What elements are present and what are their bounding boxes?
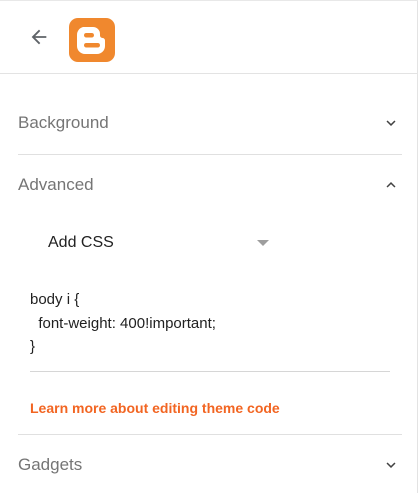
chevron-up-icon[interactable] xyxy=(382,176,400,194)
dropdown-selected-value: Add CSS xyxy=(48,234,114,251)
css-option-dropdown[interactable]: Add CSS xyxy=(48,226,278,260)
gadgets-section-header[interactable]: Gadgets xyxy=(18,435,402,493)
background-section: Background xyxy=(18,93,402,153)
blogger-logo-icon xyxy=(69,18,115,62)
advanced-section: Advanced xyxy=(18,155,402,215)
theme-customizer-panel: Background Advanced Add CSS body i { fon… xyxy=(0,0,418,493)
background-label: Background xyxy=(18,113,109,132)
back-button[interactable] xyxy=(24,22,54,52)
arrow-left-icon xyxy=(31,29,47,45)
advanced-section-header[interactable]: Advanced xyxy=(18,155,402,215)
background-section-header[interactable]: Background xyxy=(18,93,402,153)
chevron-down-icon[interactable] xyxy=(382,114,400,132)
custom-css-editor[interactable]: body i { font-weight: 400!important; } xyxy=(30,288,390,372)
dropdown-caret-icon xyxy=(257,240,269,246)
chevron-down-icon[interactable] xyxy=(382,456,400,474)
gadgets-label: Gadgets xyxy=(18,455,83,474)
advanced-label: Advanced xyxy=(18,175,94,194)
learn-more-link[interactable]: Learn more about editing theme code xyxy=(30,400,280,416)
gadgets-section: Gadgets xyxy=(18,435,402,493)
panel-header xyxy=(0,0,418,74)
